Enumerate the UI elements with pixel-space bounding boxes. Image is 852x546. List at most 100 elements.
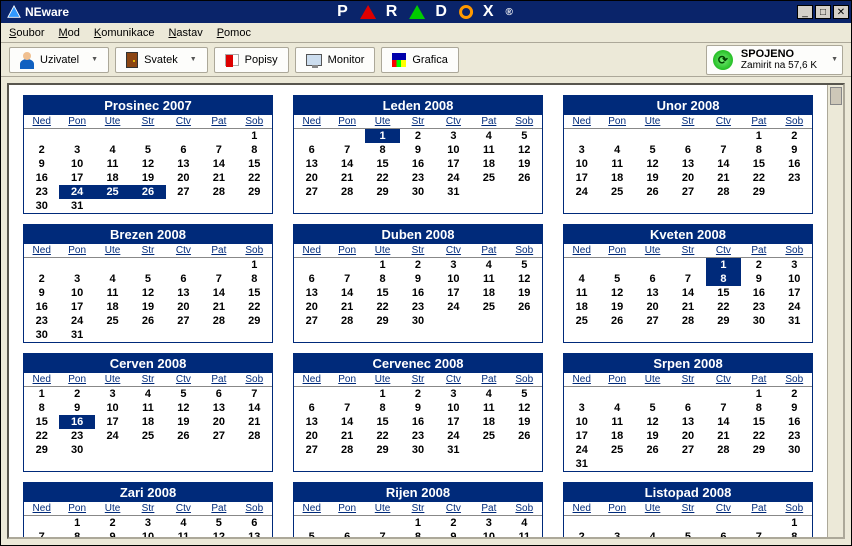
day-cell[interactable]: 4 [599,143,634,157]
day-cell[interactable]: 6 [670,401,705,415]
day-cell[interactable]: 12 [201,530,236,539]
day-cell[interactable]: 5 [166,387,201,401]
day-cell[interactable]: 23 [24,185,59,199]
day-cell[interactable]: 19 [635,171,670,185]
day-cell[interactable]: 7 [706,143,741,157]
day-cell[interactable]: 7 [670,272,705,286]
day-cell[interactable]: 10 [59,157,94,171]
day-cell[interactable]: 2 [400,129,435,143]
day-cell[interactable]: 21 [201,171,236,185]
day-cell[interactable]: 8 [59,530,94,539]
day-cell[interactable]: 16 [24,300,59,314]
day-cell[interactable]: 6 [635,272,670,286]
day-cell[interactable]: 16 [24,171,59,185]
day-cell[interactable]: 14 [329,286,364,300]
day-cell[interactable]: 30 [400,185,435,199]
day-cell[interactable]: 16 [400,157,435,171]
day-cell[interactable]: 25 [130,429,165,443]
day-cell[interactable]: 5 [635,143,670,157]
day-cell[interactable]: 12 [507,401,542,415]
day-cell[interactable]: 1 [365,387,400,401]
day-cell[interactable]: 15 [741,415,776,429]
minimize-button[interactable]: _ [797,5,813,19]
day-cell[interactable]: 22 [365,300,400,314]
day-cell[interactable]: 26 [507,171,542,185]
day-cell[interactable]: 1 [706,258,741,272]
day-cell[interactable]: 9 [777,143,812,157]
day-cell[interactable]: 22 [741,171,776,185]
day-cell[interactable]: 8 [400,530,435,539]
day-cell[interactable]: 8 [237,143,272,157]
day-cell[interactable]: 30 [59,443,94,457]
day-cell[interactable]: 18 [471,286,506,300]
day-cell[interactable]: 20 [166,300,201,314]
day-cell[interactable]: 2 [436,516,471,530]
day-cell[interactable]: 23 [777,429,812,443]
day-cell[interactable]: 28 [201,185,236,199]
day-cell[interactable]: 9 [400,143,435,157]
day-cell[interactable]: 5 [599,272,634,286]
day-cell[interactable]: 6 [294,143,329,157]
day-cell[interactable]: 24 [95,429,130,443]
day-cell[interactable]: 31 [436,443,471,457]
day-cell[interactable]: 15 [237,286,272,300]
day-cell[interactable]: 3 [564,143,599,157]
day-cell[interactable]: 8 [365,143,400,157]
day-cell[interactable]: 23 [777,171,812,185]
day-cell[interactable]: 27 [201,429,236,443]
day-cell[interactable]: 5 [507,387,542,401]
day-cell[interactable]: 7 [365,530,400,539]
day-cell[interactable]: 29 [24,443,59,457]
popisy-button[interactable]: Popisy [214,47,289,73]
day-cell[interactable]: 21 [706,429,741,443]
day-cell[interactable]: 12 [635,415,670,429]
day-cell[interactable]: 26 [635,185,670,199]
day-cell[interactable]: 1 [365,258,400,272]
day-cell[interactable]: 1 [400,516,435,530]
day-cell[interactable]: 27 [166,185,201,199]
day-cell[interactable]: 20 [294,171,329,185]
day-cell[interactable]: 18 [95,171,130,185]
day-cell[interactable]: 29 [365,185,400,199]
day-cell[interactable]: 20 [294,300,329,314]
day-cell[interactable]: 10 [130,530,165,539]
day-cell[interactable]: 17 [436,286,471,300]
day-cell[interactable]: 17 [436,157,471,171]
day-cell[interactable]: 2 [24,143,59,157]
day-cell[interactable]: 24 [436,429,471,443]
day-cell[interactable]: 4 [635,530,670,539]
day-cell[interactable]: 3 [777,258,812,272]
day-cell[interactable]: 9 [400,401,435,415]
day-cell[interactable]: 24 [564,185,599,199]
day-cell[interactable]: 7 [24,530,59,539]
day-cell[interactable]: 26 [507,300,542,314]
day-cell[interactable]: 8 [741,143,776,157]
day-cell[interactable]: 30 [400,314,435,328]
day-cell[interactable]: 4 [166,516,201,530]
day-cell[interactable]: 27 [670,185,705,199]
day-cell[interactable]: 4 [471,129,506,143]
day-cell[interactable]: 25 [471,429,506,443]
day-cell[interactable]: 4 [471,387,506,401]
day-cell[interactable]: 17 [777,286,812,300]
scrollbar-thumb[interactable] [830,87,842,105]
day-cell[interactable]: 15 [237,157,272,171]
day-cell[interactable]: 12 [166,401,201,415]
day-cell[interactable]: 19 [130,300,165,314]
day-cell[interactable]: 8 [237,272,272,286]
day-cell[interactable]: 15 [706,286,741,300]
day-cell[interactable]: 10 [59,286,94,300]
day-cell[interactable]: 21 [706,171,741,185]
day-cell[interactable]: 28 [329,314,364,328]
day-cell[interactable]: 14 [329,415,364,429]
day-cell[interactable]: 1 [777,516,812,530]
day-cell[interactable]: 21 [201,300,236,314]
day-cell[interactable]: 21 [670,300,705,314]
day-cell[interactable]: 18 [471,415,506,429]
day-cell[interactable]: 3 [436,258,471,272]
day-cell[interactable]: 10 [95,401,130,415]
scrollbar[interactable] [827,85,843,537]
day-cell[interactable]: 6 [237,516,272,530]
day-cell[interactable]: 9 [95,530,130,539]
svatek-dropdown[interactable]: Svatek [115,47,208,73]
